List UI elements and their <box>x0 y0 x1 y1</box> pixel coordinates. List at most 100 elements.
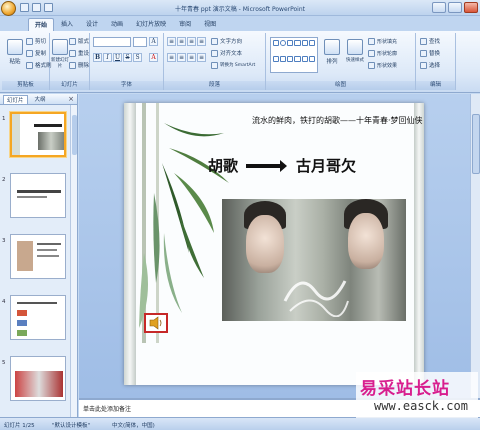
slide-number: 2 <box>2 177 6 183</box>
arrange-button[interactable]: 排列 <box>321 37 343 77</box>
italic-button[interactable]: I <box>103 53 112 62</box>
layout-button[interactable]: 版式 <box>69 36 89 46</box>
slide[interactable]: 流水的鲜肉，铁打的胡歌——十年青春·梦回仙侠 胡歌 古月哥欠 <box>124 103 424 385</box>
font-color-button[interactable]: A <box>149 53 158 62</box>
shape-effects-button[interactable]: 形状效果 <box>368 60 397 70</box>
tab-animations[interactable]: 动画 <box>105 18 129 31</box>
grow-font-icon[interactable]: A <box>149 37 158 46</box>
language-indicator[interactable]: 中文(简体，中国) <box>112 421 155 429</box>
minimize-button[interactable] <box>432 2 446 13</box>
tab-slides-pane[interactable]: 幻灯片 <box>3 94 28 104</box>
copy-button[interactable]: 复制 <box>26 48 46 58</box>
canvas-scrollbar-thumb[interactable] <box>472 114 480 174</box>
maximize-button[interactable] <box>448 2 462 13</box>
theme-name: "默认设计模板" <box>52 423 91 429</box>
format-painter-button[interactable]: 格式刷 <box>26 60 52 70</box>
font-name-combo[interactable] <box>93 37 131 47</box>
clipboard-label: 剪贴板 <box>2 81 49 90</box>
shapes-gallery[interactable] <box>270 37 318 73</box>
new-slide-button[interactable]: 新建幻灯片 <box>51 37 69 77</box>
text-direction-button[interactable]: 文字方向 <box>211 36 242 46</box>
slide-thumbnail-3[interactable] <box>10 234 66 279</box>
curve-shape-icon[interactable] <box>294 55 301 62</box>
canvas-scrollbar[interactable] <box>470 94 480 398</box>
tab-outline-pane[interactable]: 大纲 <box>32 95 49 103</box>
new-slide-icon <box>52 39 68 55</box>
slide-thumbnail-5[interactable] <box>10 356 66 401</box>
clipboard-group: 粘贴 剪切 复制 格式刷 剪贴板 <box>2 33 52 90</box>
shape-outline-button[interactable]: 形状轮廓 <box>368 48 397 58</box>
textbox-shape-icon[interactable] <box>273 55 280 62</box>
close-icon[interactable]: × <box>68 95 74 103</box>
reset-button[interactable]: 重设 <box>69 48 89 58</box>
align-right-icon[interactable]: ≡ <box>187 53 196 62</box>
cursor-icon <box>420 61 427 69</box>
pane-scrollbar[interactable] <box>70 105 77 417</box>
bullets-icon[interactable]: ≡ <box>167 37 176 46</box>
paste-icon <box>7 39 23 55</box>
audio-icon <box>149 316 162 330</box>
oval-shape-icon[interactable] <box>280 40 287 46</box>
strikethrough-button[interactable]: S <box>123 53 132 62</box>
paragraph-label: 段落 <box>164 81 265 90</box>
right-arrow-icon <box>246 159 288 172</box>
brace-shape-icon[interactable] <box>287 55 294 62</box>
underline-button[interactable]: U <box>113 53 122 62</box>
delete-button[interactable]: 删除 <box>69 60 89 70</box>
slide-thumbnail-1[interactable] <box>10 112 66 157</box>
select-button[interactable]: 选择 <box>420 60 440 70</box>
calligraphy-overlay <box>283 280 349 317</box>
quick-styles-button[interactable]: 快速样式 <box>344 37 366 77</box>
shape-fill-button[interactable]: 形状填充 <box>368 36 397 46</box>
more-shapes-icon[interactable] <box>308 55 315 62</box>
close-button[interactable] <box>464 2 478 13</box>
rounded-rect-shape-icon[interactable] <box>280 55 287 62</box>
replace-button[interactable]: 替换 <box>420 48 440 58</box>
arrow-shape-icon[interactable] <box>294 40 301 46</box>
align-text-button[interactable]: 对齐文本 <box>211 48 242 58</box>
rectangle-shape-icon[interactable] <box>273 40 280 46</box>
tab-view[interactable]: 视图 <box>198 18 222 31</box>
align-left-icon[interactable]: ≡ <box>167 53 176 62</box>
delete-icon <box>69 61 76 69</box>
fill-bucket-icon <box>368 37 375 45</box>
tab-insert[interactable]: 插入 <box>55 18 79 31</box>
triangle-shape-icon[interactable] <box>301 40 308 46</box>
tab-design[interactable]: 设计 <box>80 18 104 31</box>
align-text-icon <box>211 49 218 57</box>
notes-placeholder: 单击此处添加备注 <box>83 406 132 413</box>
office-button[interactable] <box>1 1 16 16</box>
cut-button[interactable]: 剪切 <box>26 36 46 46</box>
pane-scrollbar-thumb[interactable] <box>72 115 77 155</box>
undo-icon[interactable] <box>32 3 41 12</box>
star-shape-icon[interactable] <box>308 40 315 46</box>
justify-icon[interactable]: ≡ <box>197 53 206 62</box>
editing-group: 查找 替换 选择 编辑 <box>416 33 456 90</box>
tab-review[interactable]: 审阅 <box>173 18 197 31</box>
brush-icon <box>26 61 33 69</box>
save-icon[interactable] <box>20 3 29 12</box>
callout-shape-icon[interactable] <box>301 55 308 62</box>
speaker-icon[interactable] <box>144 313 168 333</box>
drawing-label: 绘图 <box>266 81 415 90</box>
decrease-indent-icon[interactable]: ≡ <box>187 37 196 46</box>
slide-thumbnail-2[interactable] <box>10 173 66 218</box>
font-size-combo[interactable] <box>133 37 147 47</box>
shadow-button[interactable]: S <box>133 53 142 62</box>
increase-indent-icon[interactable]: ≡ <box>197 37 206 46</box>
pen-icon <box>368 49 375 57</box>
line-shape-icon[interactable] <box>287 40 294 46</box>
portrait-photo[interactable] <box>222 199 406 321</box>
numbering-icon[interactable]: ≡ <box>177 37 186 46</box>
tab-slideshow[interactable]: 幻灯片放映 <box>130 18 172 31</box>
bold-button[interactable]: B <box>93 53 102 62</box>
smartart-button[interactable]: 转换为 SmartArt <box>211 60 255 70</box>
pane-tabs: 幻灯片 大纲 <box>0 94 77 105</box>
find-button[interactable]: 查找 <box>420 36 440 46</box>
redo-icon[interactable] <box>44 3 53 12</box>
slide-number: 5 <box>2 360 6 366</box>
tab-home[interactable]: 开始 <box>28 18 55 31</box>
align-center-icon[interactable]: ≡ <box>177 53 186 62</box>
paste-button[interactable]: 粘贴 <box>4 37 26 77</box>
slide-thumbnail-4[interactable] <box>10 295 66 340</box>
